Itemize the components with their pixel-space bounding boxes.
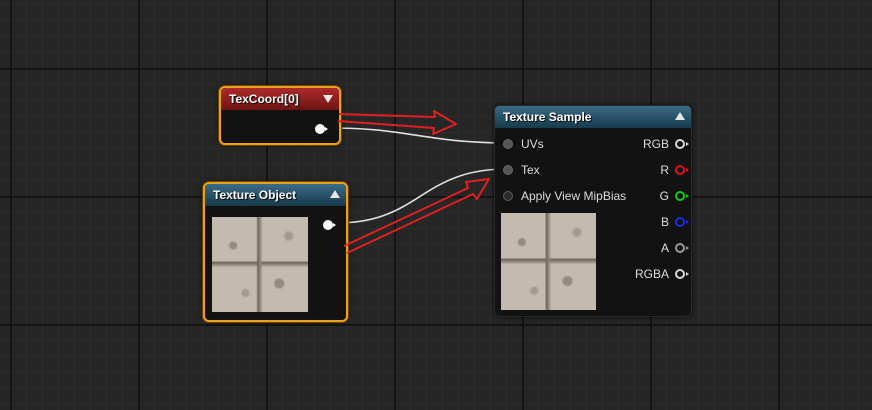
rgb-output-pin[interactable] — [675, 139, 689, 149]
apply-view-mipbias-input-pin[interactable] — [503, 191, 513, 201]
rgba-output-pin[interactable] — [675, 269, 689, 279]
a-output-pin[interactable] — [675, 243, 689, 253]
collapse-arrow-icon[interactable] — [323, 95, 333, 103]
uvs-input-pin[interactable] — [503, 139, 513, 149]
r-output-label: R — [660, 163, 669, 177]
output-pin-row-b[interactable]: B — [611, 214, 691, 230]
texture-sample-node-header[interactable]: Texture Sample — [495, 106, 691, 128]
texture-sample-node[interactable]: Texture Sample UVs Tex Apply View MipBia… — [494, 105, 692, 317]
a-output-label: A — [660, 241, 669, 255]
g-output-label: G — [659, 189, 669, 203]
wire-texcoord-to-uvs[interactable] — [328, 127, 506, 144]
texcoord-node-title: TexCoord[0] — [229, 92, 299, 106]
texcoord-output-pin[interactable] — [315, 124, 328, 134]
r-output-pin[interactable] — [675, 165, 689, 175]
texture-object-output-pin[interactable] — [323, 220, 336, 230]
rgb-output-label: RGB — [642, 137, 669, 151]
texcoord-node[interactable]: TexCoord[0] — [219, 86, 341, 145]
output-pin-row-g[interactable]: G — [611, 188, 691, 204]
texture-object-node[interactable]: Texture Object — [203, 182, 348, 322]
graph-wires — [328, 127, 506, 224]
texture-sample-node-title: Texture Sample — [503, 110, 592, 124]
tex-input-label: Tex — [521, 163, 540, 177]
uvs-input-label: UVs — [521, 137, 544, 151]
texcoord-node-header[interactable]: TexCoord[0] — [221, 88, 339, 110]
wire-texture-object-to-tex[interactable] — [335, 168, 506, 224]
b-output-label: B — [660, 215, 669, 229]
collapse-arrow-icon[interactable] — [330, 190, 340, 198]
output-pin-row-a[interactable]: A — [611, 240, 691, 256]
output-pin-row-r[interactable]: R — [611, 162, 691, 178]
texture-preview-thumbnail — [212, 217, 308, 312]
g-output-pin[interactable] — [675, 191, 689, 201]
texture-object-node-header[interactable]: Texture Object — [205, 184, 346, 206]
rgba-output-label: RGBA — [634, 267, 669, 281]
collapse-arrow-icon[interactable] — [675, 112, 685, 120]
texture-sample-preview-thumbnail — [501, 213, 596, 310]
b-output-pin[interactable] — [675, 217, 689, 227]
output-pin-row-rgba[interactable]: RGBA — [611, 266, 691, 282]
texture-object-node-title: Texture Object — [213, 188, 297, 202]
output-pin-row-rgb[interactable]: RGB — [611, 136, 691, 152]
tex-input-pin[interactable] — [503, 165, 513, 175]
